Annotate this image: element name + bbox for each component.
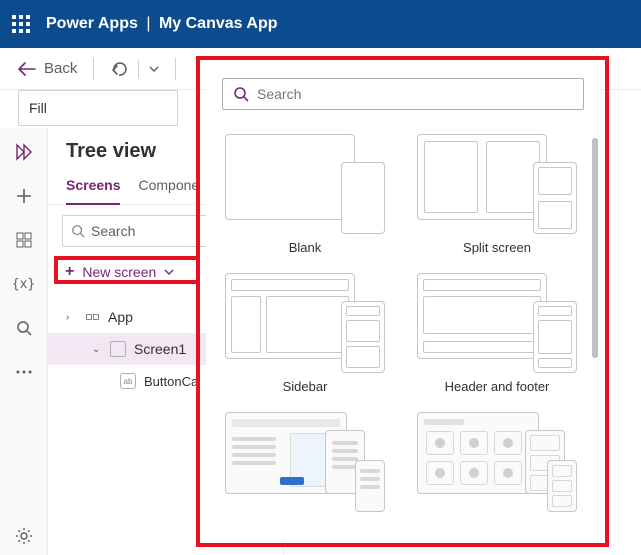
chevron-right-icon: ›: [66, 312, 76, 323]
plus-icon: +: [65, 263, 74, 281]
header-separator: |: [142, 15, 154, 32]
divider: [138, 60, 139, 78]
template-thumb: [417, 412, 577, 512]
rail-tree-view-icon[interactable]: [12, 140, 36, 164]
new-screen-popout: Blank Split screen: [206, 66, 600, 539]
left-rail: {x}: [0, 128, 48, 555]
rail-search-icon[interactable]: [12, 316, 36, 340]
property-name: Fill: [29, 100, 47, 116]
node-label: ButtonCa: [144, 374, 198, 389]
chevron-down-icon: ⌄: [92, 344, 102, 355]
rail-more-icon[interactable]: [12, 360, 36, 384]
template-blank[interactable]: Blank: [222, 134, 388, 255]
template-label: Sidebar: [283, 379, 328, 394]
back-button[interactable]: Back: [18, 60, 77, 77]
template-label: Header and footer: [445, 379, 550, 394]
template-additional-b[interactable]: [414, 412, 580, 512]
header-title: Power Apps | My Canvas App: [46, 15, 277, 33]
back-label: Back: [44, 60, 77, 77]
button-icon: ab: [120, 373, 136, 389]
chevron-down-icon[interactable]: [149, 66, 159, 72]
undo-icon[interactable]: [110, 61, 128, 77]
template-header-footer[interactable]: Header and footer: [414, 273, 580, 394]
undo-group: [110, 60, 159, 78]
waffle-icon[interactable]: [12, 15, 30, 33]
template-sidebar[interactable]: Sidebar: [222, 273, 388, 394]
template-label: Blank: [289, 240, 322, 255]
tab-components[interactable]: Compone: [138, 171, 199, 204]
divider: [175, 58, 176, 80]
node-label: App: [108, 309, 133, 325]
template-thumb: [225, 273, 385, 373]
divider: [93, 58, 94, 80]
template-additional-a[interactable]: [222, 412, 388, 512]
product-name: Power Apps: [46, 15, 138, 32]
search-icon: [233, 86, 249, 102]
app-icon: [84, 309, 100, 325]
rail-variables-icon[interactable]: {x}: [12, 272, 36, 296]
template-split-screen[interactable]: Split screen: [414, 134, 580, 255]
app-header: Power Apps | My Canvas App: [0, 0, 641, 48]
template-thumb: [417, 273, 577, 373]
chevron-down-icon: [164, 269, 174, 275]
property-selector[interactable]: Fill: [18, 90, 178, 126]
screen-icon: [110, 341, 126, 357]
rail-insert-icon[interactable]: [12, 184, 36, 208]
search-placeholder: Search: [91, 223, 135, 239]
templates-list: Blank Split screen: [206, 134, 590, 539]
template-search[interactable]: [222, 78, 584, 110]
app-name: My Canvas App: [159, 15, 278, 32]
template-thumb: [225, 412, 385, 512]
rail-settings-icon[interactable]: [12, 531, 36, 555]
template-label: Split screen: [463, 240, 531, 255]
template-thumb: [417, 134, 577, 234]
search-icon: [71, 224, 85, 238]
template-search-input[interactable]: [257, 86, 573, 102]
back-arrow-icon: [18, 62, 36, 76]
scrollbar[interactable]: [592, 138, 598, 358]
new-screen-label: New screen: [82, 264, 156, 280]
tab-screens[interactable]: Screens: [66, 171, 120, 205]
template-thumb: [225, 134, 385, 234]
node-label: Screen1: [134, 341, 186, 357]
rail-data-icon[interactable]: [12, 228, 36, 252]
